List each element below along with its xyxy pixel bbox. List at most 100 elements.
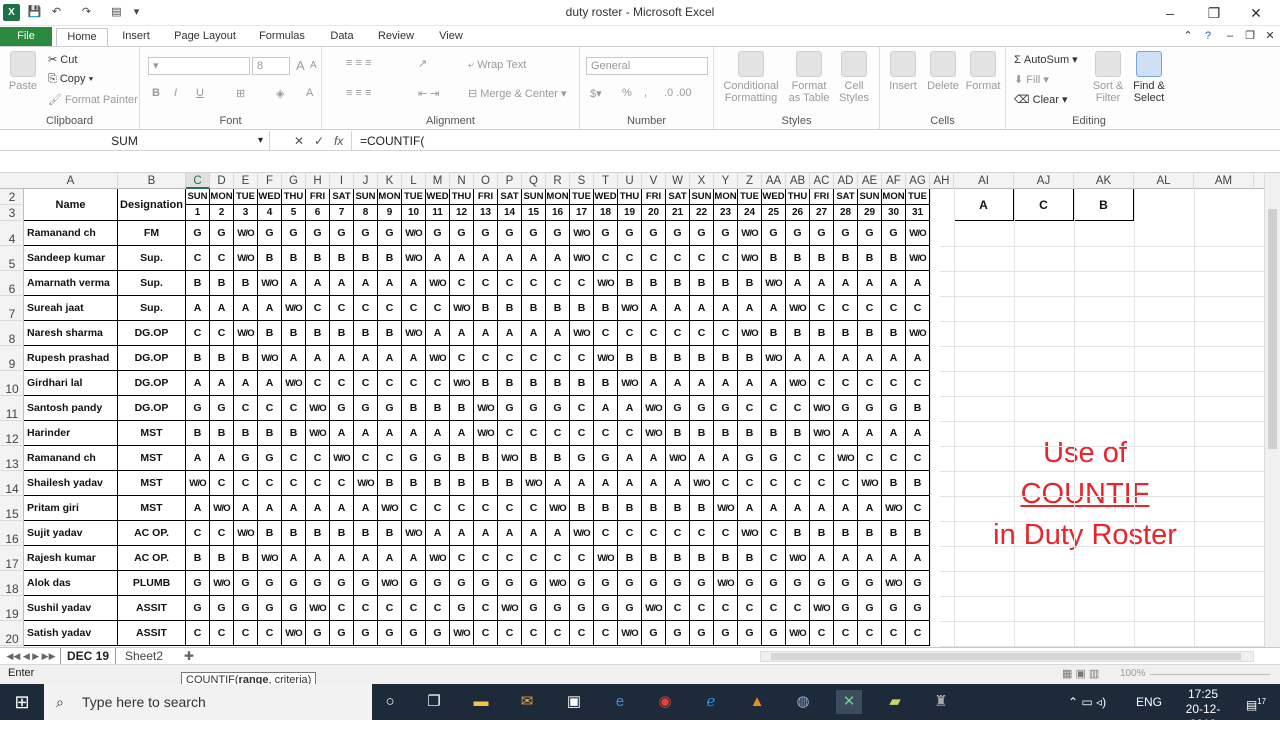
- shift-cell[interactable]: G: [666, 621, 690, 646]
- shift-cell[interactable]: W/O: [378, 496, 402, 521]
- italic-button[interactable]: I: [174, 87, 177, 99]
- shift-cell[interactable]: W/O: [210, 496, 234, 521]
- day-header[interactable]: SUN: [522, 189, 546, 205]
- clock[interactable]: 17:25 20-12-2019: [1176, 684, 1230, 731]
- row-header-14[interactable]: 14: [0, 471, 24, 496]
- app-icon[interactable]: ♜: [928, 690, 954, 714]
- shift-cell[interactable]: W/O: [522, 471, 546, 496]
- shift-cell[interactable]: G: [354, 221, 378, 246]
- day-header[interactable]: FRI: [474, 189, 498, 205]
- shift-cell[interactable]: A: [594, 471, 618, 496]
- shift-cell[interactable]: G: [450, 596, 474, 621]
- shift-cell[interactable]: B: [450, 446, 474, 471]
- shift-cell[interactable]: C: [402, 371, 426, 396]
- shift-cell[interactable]: C: [690, 246, 714, 271]
- shift-cell[interactable]: B: [522, 446, 546, 471]
- shift-cell[interactable]: G: [282, 571, 306, 596]
- shift-cell[interactable]: G: [426, 621, 450, 646]
- shift-cell[interactable]: C: [714, 471, 738, 496]
- shift-cell[interactable]: B: [210, 546, 234, 571]
- employee-designation[interactable]: DG.OP: [118, 346, 186, 371]
- shift-cell[interactable]: C: [618, 421, 642, 446]
- shift-cell[interactable]: C: [522, 496, 546, 521]
- shift-cell[interactable]: W/O: [570, 321, 594, 346]
- shift-cell[interactable]: C: [402, 496, 426, 521]
- column-header-aa[interactable]: AA: [762, 173, 786, 189]
- shift-cell[interactable]: C: [570, 271, 594, 296]
- column-header-p[interactable]: P: [498, 173, 522, 189]
- shift-cell[interactable]: C: [834, 621, 858, 646]
- shift-cell[interactable]: A: [738, 371, 762, 396]
- shift-cell[interactable]: B: [498, 371, 522, 396]
- vertical-scroll-thumb[interactable]: [1268, 209, 1277, 449]
- shift-cell[interactable]: G: [330, 621, 354, 646]
- date-header[interactable]: 23: [714, 205, 738, 221]
- shift-cell[interactable]: A: [210, 446, 234, 471]
- shift-cell[interactable]: C: [618, 321, 642, 346]
- shift-cell[interactable]: W/O: [354, 471, 378, 496]
- shift-cell[interactable]: C: [258, 471, 282, 496]
- shift-cell[interactable]: G: [426, 571, 450, 596]
- shift-cell[interactable]: A: [330, 421, 354, 446]
- shift-cell[interactable]: W/O: [570, 246, 594, 271]
- shift-cell[interactable]: G: [666, 396, 690, 421]
- shift-cell[interactable]: A: [426, 521, 450, 546]
- employee-designation[interactable]: DG.OP: [118, 321, 186, 346]
- shift-cell[interactable]: C: [666, 246, 690, 271]
- shift-cell[interactable]: A: [666, 296, 690, 321]
- day-header[interactable]: MON: [378, 189, 402, 205]
- shift-cell[interactable]: G: [666, 221, 690, 246]
- shift-cell[interactable]: G: [690, 571, 714, 596]
- name-box[interactable]: SUM: [0, 131, 270, 151]
- shift-cell[interactable]: G: [450, 571, 474, 596]
- insert-cells-button[interactable]: Insert: [884, 51, 922, 92]
- shift-cell[interactable]: B: [378, 471, 402, 496]
- shift-cell[interactable]: G: [402, 571, 426, 596]
- date-header[interactable]: 10: [402, 205, 426, 221]
- date-header[interactable]: 7: [330, 205, 354, 221]
- shift-cell[interactable]: C: [402, 596, 426, 621]
- shift-cell[interactable]: B: [618, 496, 642, 521]
- shift-cell[interactable]: C: [738, 596, 762, 621]
- grow-font-button[interactable]: A: [296, 58, 305, 73]
- shift-cell[interactable]: W/O: [906, 321, 930, 346]
- shift-cell[interactable]: A: [810, 546, 834, 571]
- shift-cell[interactable]: C: [762, 396, 786, 421]
- view-buttons[interactable]: ▦ ▣ ▥: [1062, 667, 1099, 680]
- shift-cell[interactable]: C: [498, 546, 522, 571]
- shift-cell[interactable]: C: [810, 371, 834, 396]
- column-header-k[interactable]: K: [378, 173, 402, 189]
- shift-cell[interactable]: B: [810, 521, 834, 546]
- shift-cell[interactable]: W/O: [234, 246, 258, 271]
- shift-cell[interactable]: B: [186, 271, 210, 296]
- shift-cell[interactable]: C: [714, 521, 738, 546]
- shift-cell[interactable]: G: [618, 571, 642, 596]
- align-left-icon[interactable]: ≡ ≡ ≡: [346, 87, 371, 99]
- shift-cell[interactable]: A: [306, 546, 330, 571]
- shift-cell[interactable]: A: [858, 346, 882, 371]
- autosum-button[interactable]: Σ AutoSum ▾: [1014, 53, 1078, 66]
- shift-cell[interactable]: B: [402, 471, 426, 496]
- shift-cell[interactable]: B: [258, 321, 282, 346]
- shift-cell[interactable]: A: [906, 421, 930, 446]
- shift-cell[interactable]: B: [666, 496, 690, 521]
- shift-cell[interactable]: C: [642, 521, 666, 546]
- horizontal-scrollbar[interactable]: [760, 651, 1254, 662]
- font-size-combo[interactable]: 8: [252, 57, 290, 75]
- shift-cell[interactable]: C: [834, 471, 858, 496]
- shift-cell[interactable]: B: [714, 346, 738, 371]
- shift-cell[interactable]: B: [642, 346, 666, 371]
- shift-cell[interactable]: A: [546, 471, 570, 496]
- shift-cell[interactable]: G: [354, 621, 378, 646]
- shift-cell[interactable]: A: [282, 271, 306, 296]
- employee-designation[interactable]: MST: [118, 446, 186, 471]
- shift-cell[interactable]: B: [618, 546, 642, 571]
- shift-cell[interactable]: C: [714, 596, 738, 621]
- sort-filter-button[interactable]: Sort & Filter: [1088, 51, 1128, 104]
- column-header-n[interactable]: N: [450, 173, 474, 189]
- shift-cell[interactable]: W/O: [402, 521, 426, 546]
- summary-header-a[interactable]: A: [954, 189, 1014, 221]
- shift-cell[interactable]: A: [786, 271, 810, 296]
- column-header-ae[interactable]: AE: [858, 173, 882, 189]
- shift-cell[interactable]: B: [282, 521, 306, 546]
